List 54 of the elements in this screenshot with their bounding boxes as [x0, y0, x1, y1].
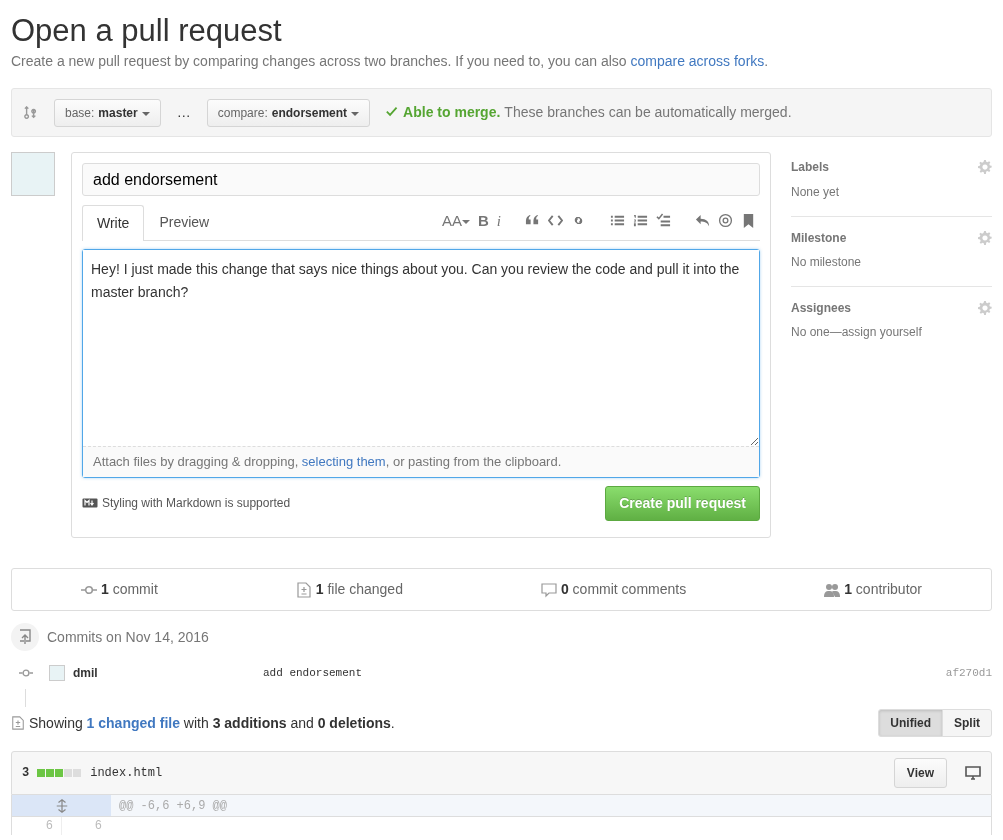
- numbered-list-icon[interactable]: [633, 213, 648, 229]
- sidebar-value: No milestone: [791, 253, 863, 271]
- base-branch-dropdown[interactable]: base: master: [54, 98, 161, 127]
- sidebar-value: None yet: [791, 183, 841, 201]
- bookmark-icon[interactable]: [741, 213, 756, 229]
- toolbar-text-button[interactable]: B: [478, 209, 489, 233]
- editor-tab[interactable]: Preview: [144, 204, 225, 241]
- author-avatar: [49, 665, 65, 682]
- compare-arrows-icon: [24, 105, 38, 120]
- desktop-icon[interactable]: [965, 765, 981, 782]
- push-icon: [11, 623, 39, 652]
- file-diff-icon: [295, 581, 312, 598]
- hunk-header: @@ -6,6 +6,9 @@: [119, 797, 228, 815]
- stat-link[interactable]: 1 file changed: [315, 579, 403, 601]
- diff-summary: Showing 1 changed file with 3 additions and 0 deletions.: [29, 713, 395, 733]
- page-subtitle: Create a new pull request by comparing changes across two branches. If you need to, you can also compare across forks.: [11, 52, 770, 72]
- avatar: [11, 152, 55, 197]
- sidebar-value: No one—assign yourself: [791, 324, 923, 342]
- markdown-help-link[interactable]: Styling with Markdown is supported: [102, 494, 291, 513]
- merge-status: Able to merge.: [403, 103, 501, 123]
- commit-date-heading: Commits on Nov 14, 2016: [47, 627, 209, 647]
- toolbar-text-button[interactable]: i: [496, 209, 501, 233]
- file-icon: [11, 716, 25, 731]
- toolbar-text-button[interactable]: AA: [441, 209, 470, 233]
- compare-branch-dropdown[interactable]: compare: endorsement: [206, 98, 371, 127]
- line-number: 6: [44, 818, 54, 836]
- editor-tab[interactable]: Write: [82, 205, 145, 242]
- comment-icon: [540, 581, 557, 598]
- markdown-icon: [82, 498, 98, 509]
- additions-count: 3: [22, 765, 30, 783]
- view-file-button[interactable]: View: [893, 758, 947, 789]
- sidebar-heading: Assignees: [791, 300, 852, 316]
- attach-hint: Attach files by dragging & dropping, selecting them, or pasting from the clipboard.: [83, 446, 759, 477]
- sidebar-heading: Labels: [791, 160, 829, 175]
- people-icon: [824, 581, 841, 598]
- branch-separator: …: [176, 103, 191, 123]
- task-list-icon[interactable]: [656, 213, 671, 229]
- merge-message: These branches can be automatically merged.: [504, 103, 792, 123]
- stat-link[interactable]: 0 commit comments: [560, 579, 687, 601]
- changed-files-link[interactable]: 1 changed file: [86, 714, 180, 731]
- view-mode-toggle[interactable]: Split: [942, 709, 992, 738]
- line-number: 6: [61, 817, 110, 836]
- file-name: index.html: [90, 765, 163, 783]
- page-title: Open a pull request: [11, 12, 283, 50]
- commit-author[interactable]: dmil: [73, 664, 263, 683]
- expand-icon[interactable]: [54, 798, 69, 813]
- comment-editor[interactable]: Hey! I just made this change that says nice things about you. Can you review the code and pull it into the master branch? Attach files by dragging & dropping, selecting them, or pasting from the clipboard.: [82, 249, 760, 478]
- commit-message[interactable]: add endorsement: [263, 664, 363, 682]
- title-field[interactable]: add endorsement: [82, 163, 760, 197]
- view-mode-toggle[interactable]: Unified: [878, 709, 943, 738]
- select-files-link[interactable]: selecting them: [301, 454, 386, 470]
- stat-link[interactable]: 1 contributor: [844, 579, 922, 601]
- stat-link[interactable]: 1 commit: [101, 579, 158, 601]
- sidebar-heading: Milestone: [791, 230, 847, 245]
